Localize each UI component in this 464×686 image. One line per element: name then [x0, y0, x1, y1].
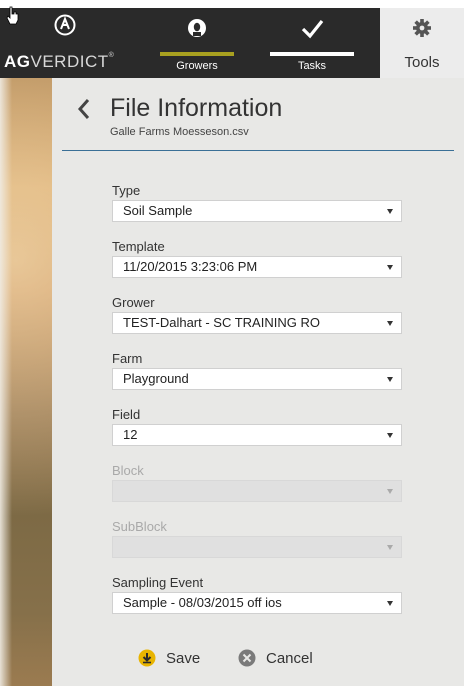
tab-tools[interactable]: Tools — [380, 8, 464, 78]
template-field-group: Template 11/20/2015 3:23:06 PM — [112, 238, 402, 278]
sampling-event-field-group: Sampling Event Sample - 08/03/2015 off i… — [112, 574, 402, 614]
brand-wordmark: AGVERDICT® — [4, 52, 114, 72]
type-label: Type — [112, 183, 141, 198]
brand-trademark: ® — [108, 52, 115, 59]
grower-field-group: Grower TEST-Dalhart - SC TRAINING RO — [112, 294, 402, 334]
tab-tasks[interactable]: Tasks — [266, 8, 358, 78]
file-information-panel: File Information Galle Farms Moesseson.c… — [52, 78, 464, 686]
tab-tools-label: Tools — [404, 54, 440, 71]
pointer-hand-icon — [6, 6, 19, 25]
tasks-tab-indicator — [270, 52, 354, 56]
type-field-group: Type Soil Sample — [112, 182, 402, 222]
dropdown-caret-icon — [387, 489, 393, 494]
grower-select[interactable]: TEST-Dalhart - SC TRAINING RO — [112, 312, 402, 334]
person-icon — [188, 19, 206, 37]
back-chevron-icon[interactable] — [76, 98, 92, 120]
subblock-field-group: SubBlock — [112, 518, 402, 558]
block-select — [112, 480, 402, 502]
field-label: Field — [112, 407, 141, 422]
subblock-label: SubBlock — [112, 519, 167, 534]
dropdown-caret-icon — [387, 377, 393, 382]
cancel-label: Cancel — [266, 650, 313, 667]
dropdown-caret-icon — [387, 601, 393, 606]
save-icon — [138, 649, 156, 667]
block-field-group: Block — [112, 462, 402, 502]
farm-select-value: Playground — [123, 371, 189, 386]
farm-field-group: Farm Playground — [112, 350, 402, 390]
header-divider — [62, 150, 454, 151]
sampling-event-select-value: Sample - 08/03/2015 off ios — [123, 595, 282, 610]
brand-rest: VERDICT — [30, 52, 109, 71]
save-button[interactable]: Save — [138, 648, 218, 670]
cancel-button[interactable]: Cancel — [238, 648, 338, 670]
subblock-select — [112, 536, 402, 558]
farm-select[interactable]: Playground — [112, 368, 402, 390]
dropdown-caret-icon — [387, 265, 393, 270]
type-select[interactable]: Soil Sample — [112, 200, 402, 222]
template-select[interactable]: 11/20/2015 3:23:06 PM — [112, 256, 402, 278]
background-edge-fade — [0, 78, 12, 686]
top-navigation-bar: AGVERDICT® Growers Tasks Tools — [0, 6, 464, 78]
dropdown-caret-icon — [387, 209, 393, 214]
agverdict-logo[interactable]: AGVERDICT® — [0, 6, 160, 78]
grower-select-value: TEST-Dalhart - SC TRAINING RO — [123, 315, 320, 330]
dropdown-caret-icon — [387, 545, 393, 550]
type-select-value: Soil Sample — [123, 203, 193, 218]
dropdown-caret-icon — [387, 321, 393, 326]
growers-tab-indicator — [160, 52, 234, 56]
checkmark-icon — [301, 20, 324, 39]
template-label: Template — [112, 239, 165, 254]
template-select-value: 11/20/2015 3:23:06 PM — [123, 259, 258, 274]
sampling-event-label: Sampling Event — [112, 575, 204, 590]
close-icon — [238, 649, 256, 667]
file-name: Galle Farms Moesseson.csv — [110, 126, 249, 138]
tab-tasks-label: Tasks — [297, 60, 327, 72]
field-select-value: 12 — [123, 427, 138, 442]
field-field-group: Field 12 — [112, 406, 402, 446]
tab-growers[interactable]: Growers — [156, 8, 238, 78]
form-actions: Save Cancel — [138, 648, 378, 672]
brand-bold: AG — [4, 52, 31, 71]
tab-growers-label: Growers — [176, 60, 218, 72]
sampling-event-select[interactable]: Sample - 08/03/2015 off ios — [112, 592, 402, 614]
page-title: File Information — [110, 94, 283, 122]
field-select[interactable]: 12 — [112, 424, 402, 446]
dropdown-caret-icon — [387, 433, 393, 438]
grower-label: Grower — [112, 295, 155, 310]
save-label: Save — [166, 650, 201, 667]
gear-icon — [413, 19, 431, 37]
farm-label: Farm — [112, 351, 143, 366]
block-label: Block — [112, 463, 144, 478]
agverdict-emblem-icon — [54, 14, 76, 36]
